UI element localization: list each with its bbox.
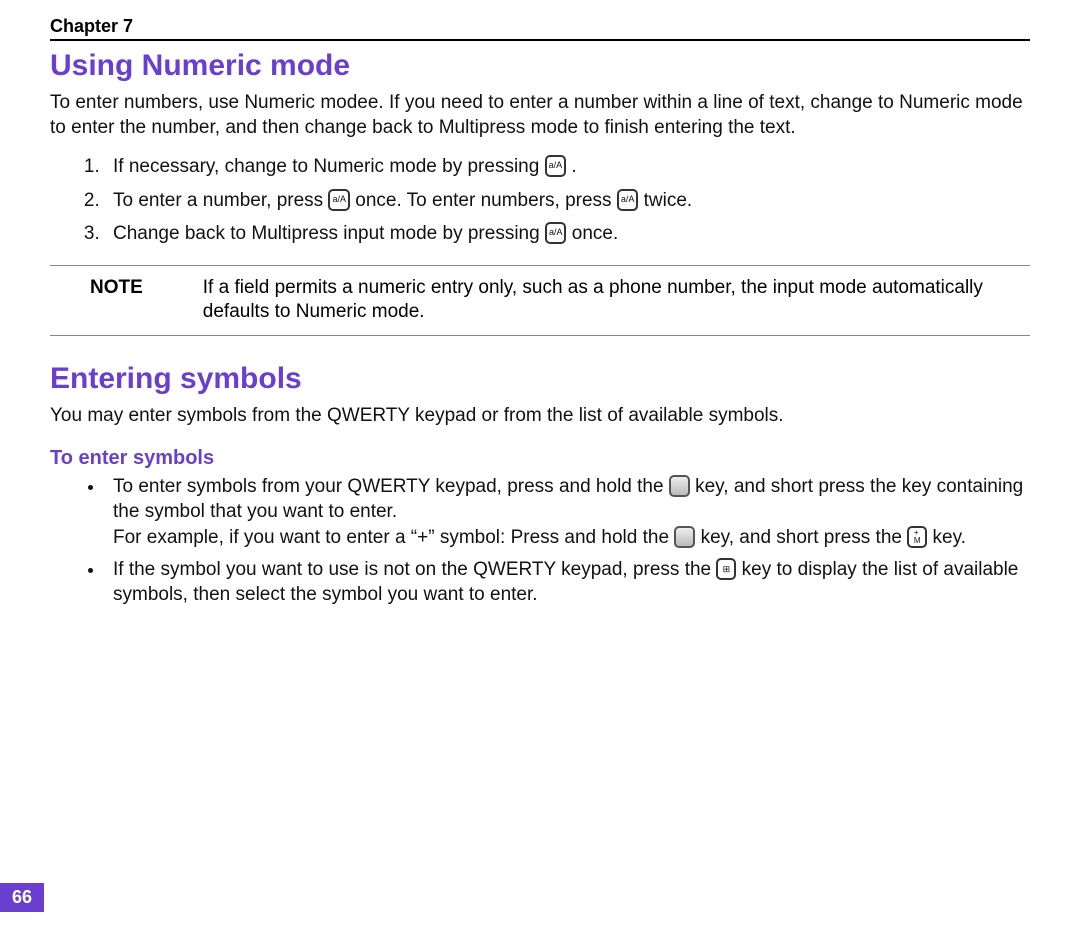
page-number: 66 <box>0 883 44 912</box>
step-2-text-c: twice. <box>644 190 693 211</box>
bullet-2: If the symbol you want to use is not on … <box>105 557 1030 608</box>
chapter-label: Chapter 7 <box>50 16 1030 41</box>
bullet-1: To enter symbols from your QWERTY keypad… <box>105 474 1030 551</box>
b1-a: To enter symbols from your QWERTY keypad… <box>113 476 669 497</box>
section-title-numeric: Using Numeric mode <box>50 49 1030 83</box>
step-3-text-a: Change back to Multipress input mode by … <box>113 223 545 244</box>
key-aA-icon: a/A <box>328 189 350 211</box>
b1-c: For example, if you want to enter a “+” … <box>113 527 669 548</box>
key-m-plus-icon: +M <box>907 526 927 548</box>
b1-d: key, and short press the <box>701 527 908 548</box>
note-block: NOTE If a field permits a numeric entry … <box>50 265 1030 336</box>
note-label: NOTE <box>90 276 143 325</box>
b1-e: key. <box>933 527 966 548</box>
step-3: Change back to Multipress input mode by … <box>105 219 1030 248</box>
step-3-text-b: once. <box>572 223 618 244</box>
key-modifier-icon <box>669 475 690 497</box>
subheading-to-enter-symbols: To enter symbols <box>50 447 1030 470</box>
manual-page: Chapter 7 Using Numeric mode To enter nu… <box>0 0 1080 608</box>
step-1-text-a: If necessary, change to Numeric mode by … <box>113 156 545 177</box>
numeric-intro: To enter numbers, use Numeric modee. If … <box>50 91 1030 140</box>
key-modifier-icon <box>674 526 695 548</box>
step-1: If necessary, change to Numeric mode by … <box>105 152 1030 181</box>
key-aA-icon: a/A <box>545 155 567 177</box>
note-text: If a field permits a numeric entry only,… <box>203 276 1030 325</box>
step-1-text-b: . <box>571 156 576 177</box>
key-aA-icon: a/A <box>617 189 639 211</box>
symbol-bullets: To enter symbols from your QWERTY keypad… <box>50 474 1030 608</box>
step-2-text-b: once. To enter numbers, press <box>355 190 617 211</box>
symbols-intro: You may enter symbols from the QWERTY ke… <box>50 404 1030 429</box>
section-title-symbols: Entering symbols <box>50 362 1030 396</box>
numeric-steps: If necessary, change to Numeric mode by … <box>50 152 1030 248</box>
key-aA-icon: a/A <box>545 222 567 244</box>
b2-a: If the symbol you want to use is not on … <box>113 559 716 580</box>
key-symbol-list-icon: ⊞ <box>716 558 736 580</box>
step-2-text-a: To enter a number, press <box>113 190 328 211</box>
step-2: To enter a number, press a/A once. To en… <box>105 186 1030 215</box>
